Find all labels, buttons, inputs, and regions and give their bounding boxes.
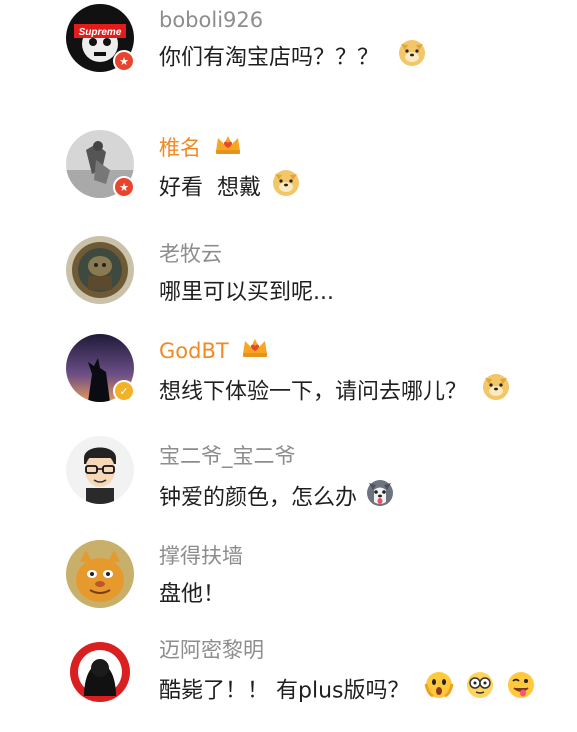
comment-item: Supreme ★ boboli926 你们有淘宝店吗？？？ [0,0,577,100]
comment-text-content: 想线下体验一下，请问去哪儿？ [159,379,468,405]
comment-username[interactable]: 迈阿密黎明 [159,636,264,664]
comment-text-content: 酷毙了！！ 有plus版吗？ [159,678,410,704]
comment-text: 酷毙了！！ 有plus版吗？ [159,672,536,709]
avatar[interactable] [66,436,134,504]
verified-badge: ✓ [113,380,135,402]
vip-crown-icon [214,133,242,162]
comment-text: 你们有淘宝店吗？？？ [159,40,428,77]
comment-text-content: 钟爱的颜色，怎么办 [159,485,358,511]
comment-username[interactable]: 椎名 [159,134,242,162]
comment-username[interactable]: boboli926 [159,6,263,34]
comment-username-text: 椎名 [159,136,201,160]
comment-username-text: GodBT [159,339,229,363]
vip-crown-icon [241,336,269,365]
shocked-emoji-icon [424,670,454,709]
comment-username[interactable]: 撑得扶墙 [159,542,243,570]
comment-item: 撑得扶墙 盘他！ [0,536,577,636]
comment-text-content: 好看 想戴 [159,175,261,201]
comment-text: 好看 想戴 [159,170,302,207]
avatar[interactable] [66,236,134,304]
comment-item: 迈阿密黎明 酷毙了！！ 有plus版吗？ [0,632,577,732]
comment-text: 哪里可以买到呢... [159,280,334,305]
comment-text: 想线下体验一下，请问去哪儿？ [159,374,512,411]
comment-item: ✓ GodBT 想线下体验一下，请问去哪儿？ [0,332,577,432]
comment-item: 老牧云 哪里可以买到呢... [0,230,577,330]
verified-badge: ★ [113,50,135,72]
husky-emoji-icon [364,476,396,517]
glasses-emoji-icon [465,670,495,709]
comment-username[interactable]: 宝二爷_宝二爷 [159,442,296,470]
comment-username[interactable]: GodBT [159,337,269,365]
comment-text-content: 你们有淘宝店吗？？？ [159,45,380,71]
doge-emoji-icon [396,36,428,77]
comment-username[interactable]: 老牧云 [159,240,222,268]
doge-emoji-icon [480,370,512,411]
doge-emoji-icon [270,166,302,207]
supreme-logo-text: Supreme [79,27,122,38]
comment-text: 钟爱的颜色，怎么办 [159,480,396,517]
avatar[interactable] [66,638,134,706]
comment-item: 宝二爷_宝二爷 钟爱的颜色，怎么办 [0,436,577,536]
comment-text: 盘他！ [159,582,226,607]
tongue-emoji-icon [506,670,536,709]
avatar[interactable] [66,540,134,608]
comment-item: ★ 椎名 好看 想戴 [0,122,577,222]
verified-badge: ★ [113,176,135,198]
